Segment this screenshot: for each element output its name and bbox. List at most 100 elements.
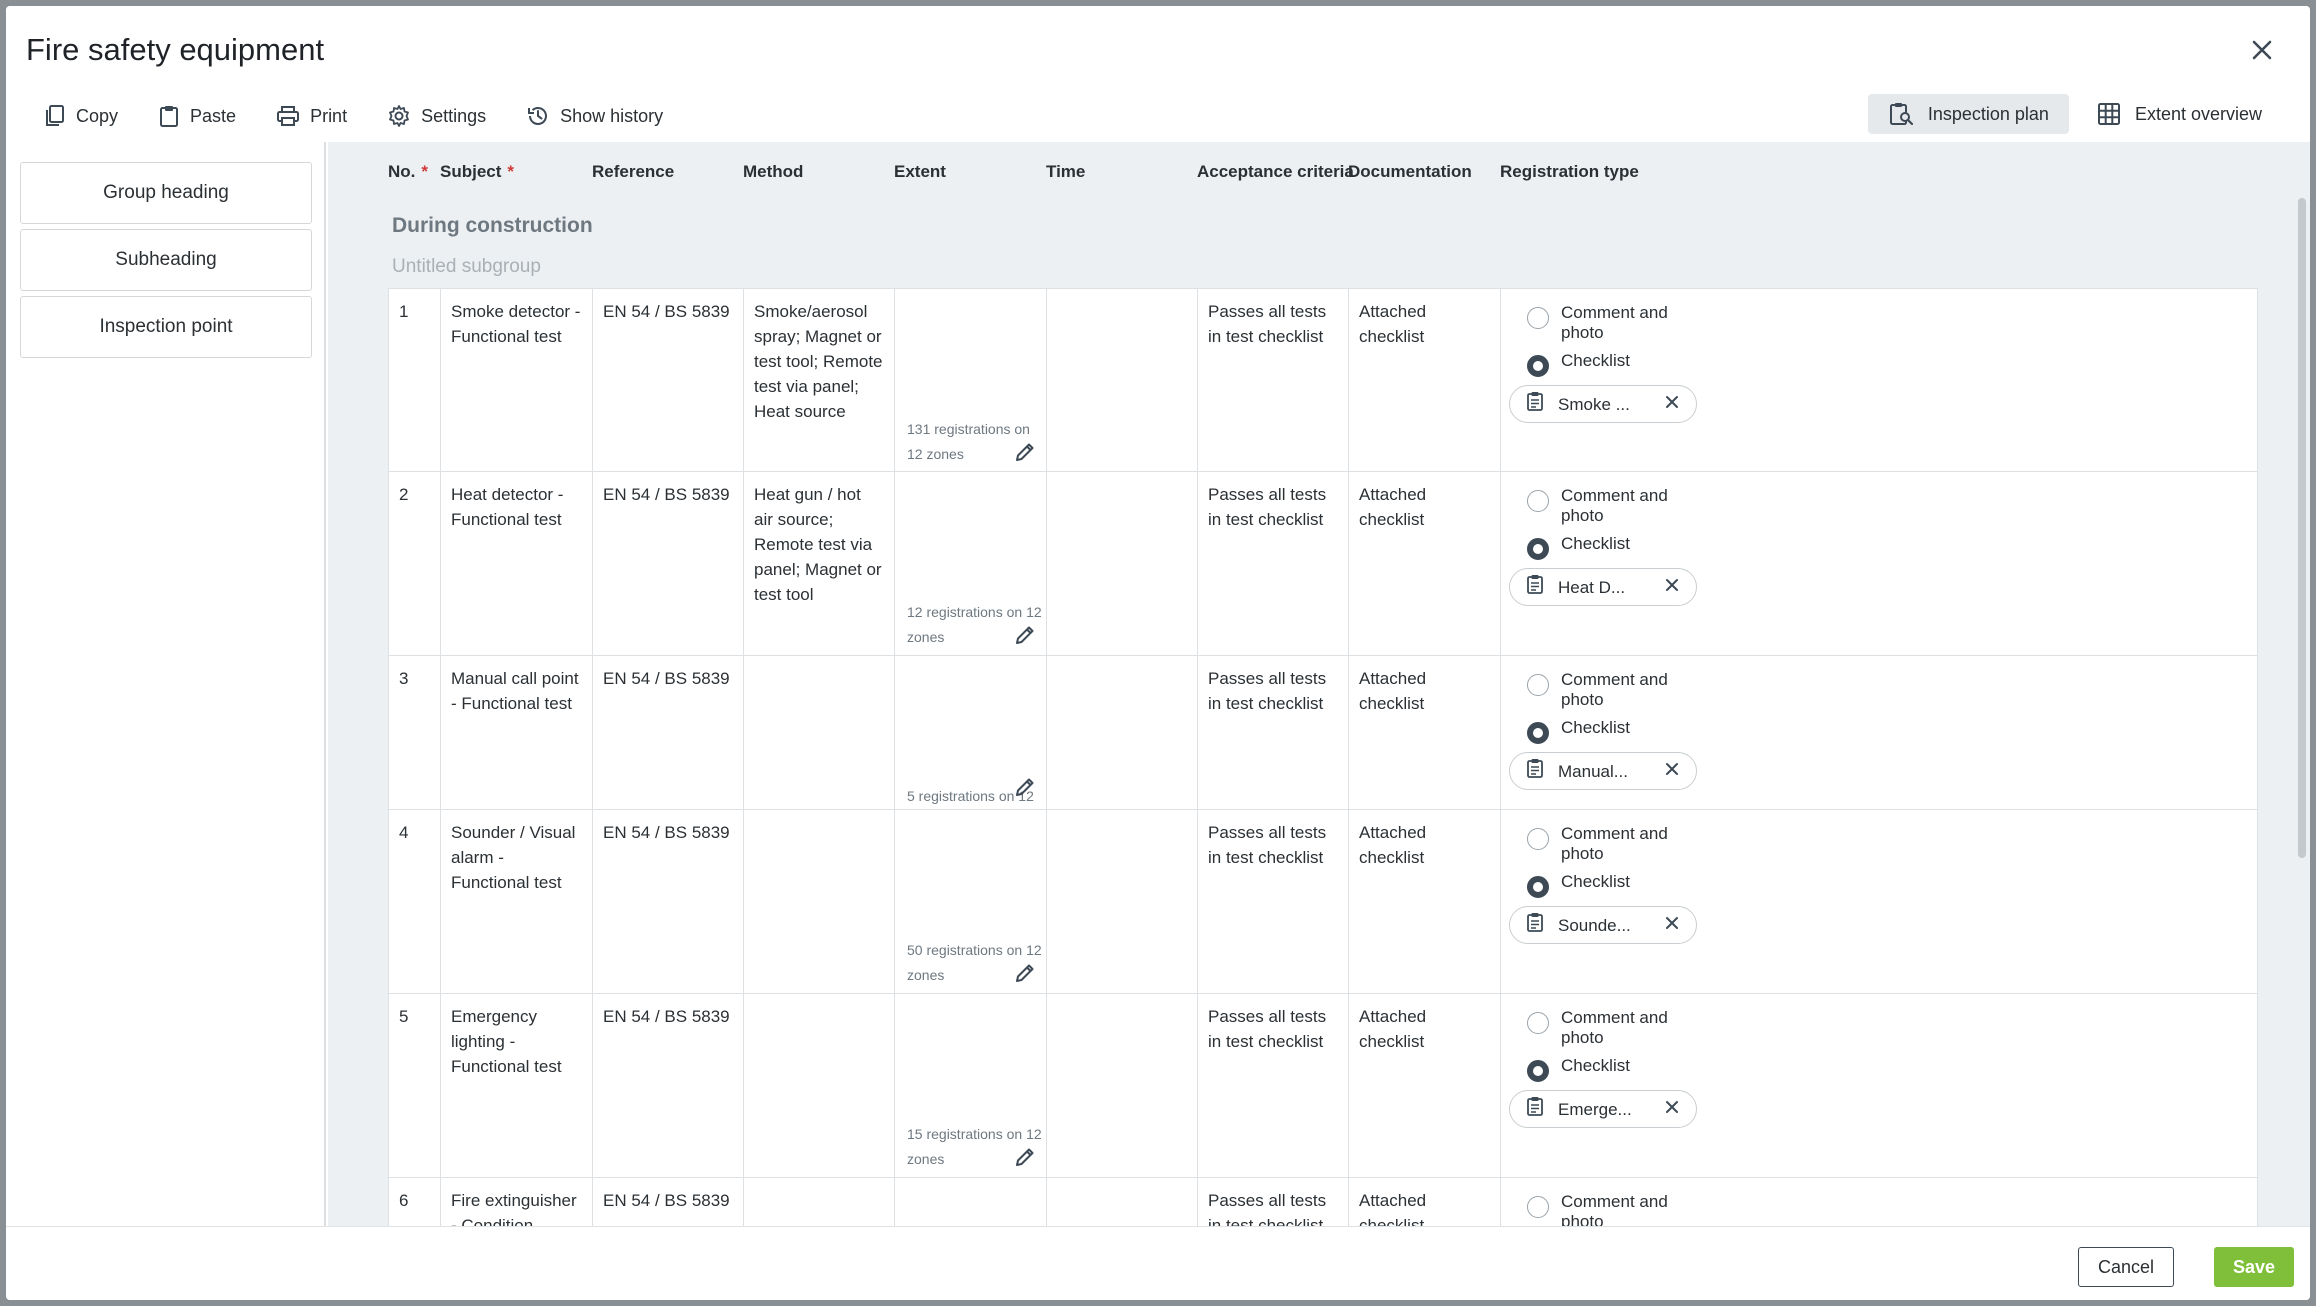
radio-checklist[interactable]: Checklist — [1527, 718, 2249, 744]
table-row[interactable]: 4 Sounder / Visual alarm - Functional tes… — [388, 810, 2258, 994]
radio-comment-and-photo[interactable]: Comment and photo — [1527, 824, 2249, 864]
cell-subject[interactable]: Heat detector - Functional test — [441, 472, 593, 655]
cell-number[interactable]: 4 — [389, 810, 441, 993]
add-subheading-button[interactable]: Subheading — [20, 229, 312, 291]
radio-comment-and-photo[interactable]: Comment and photo — [1527, 1008, 2249, 1048]
cell-extent[interactable]: 15 registrations on 12 zones — [895, 994, 1047, 1177]
cell-acceptance[interactable]: Passes all tests in test checklist — [1198, 1178, 1349, 1226]
radio-checked-icon[interactable] — [1527, 1060, 1549, 1082]
cell-subject[interactable]: Emergency lighting - Functional test — [441, 994, 593, 1177]
inspection-plan-tab[interactable]: Inspection plan — [1867, 94, 2069, 134]
radio-checked-icon[interactable] — [1527, 876, 1549, 898]
cell-method[interactable]: Heat gun / hot air source; Remote test v… — [744, 472, 895, 655]
table-row[interactable]: 6 Fire extinguisher - Condition inspectio… — [388, 1178, 2258, 1226]
cell-subject[interactable]: Fire extinguisher - Condition inspection — [441, 1178, 593, 1226]
cell-documentation[interactable]: Attached checklist — [1349, 656, 1501, 809]
table-row[interactable]: 5 Emergency lighting - Functional test EN … — [388, 994, 2258, 1178]
cell-number[interactable]: 3 — [389, 656, 441, 809]
cell-time[interactable] — [1047, 994, 1198, 1177]
show-history-button[interactable]: Show history — [506, 96, 683, 136]
cell-reference[interactable]: EN 54 / BS 5839 — [593, 1178, 744, 1226]
cell-subject[interactable]: Sounder / Visual alarm - Functional test — [441, 810, 593, 993]
cell-documentation[interactable]: Attached checklist — [1349, 289, 1501, 471]
cell-number[interactable]: 1 — [389, 289, 441, 471]
remove-checklist-close-icon[interactable] — [1664, 1097, 1680, 1122]
group-heading[interactable]: During construction — [392, 214, 593, 238]
radio-unchecked-icon[interactable] — [1527, 490, 1549, 512]
radio-unchecked-icon[interactable] — [1527, 1196, 1549, 1218]
cell-extent[interactable]: 131 registrations on 12 zones — [895, 289, 1047, 471]
cell-time[interactable] — [1047, 289, 1198, 471]
extent-overview-tab[interactable]: Extent overview — [2077, 94, 2282, 134]
attached-checklist-chip[interactable]: Emerge... — [1509, 1090, 1697, 1128]
attached-checklist-chip[interactable]: Manual... — [1509, 752, 1697, 790]
cell-time[interactable] — [1047, 1178, 1198, 1226]
edit-extent-pencil-icon[interactable] — [1014, 962, 1038, 986]
cell-reference[interactable]: EN 54 / BS 5839 — [593, 810, 744, 993]
remove-checklist-close-icon[interactable] — [1664, 759, 1680, 784]
cell-subject[interactable]: Smoke detector - Functional test — [441, 289, 593, 471]
cell-acceptance[interactable]: Passes all tests in test checklist — [1198, 656, 1349, 809]
cell-time[interactable] — [1047, 472, 1198, 655]
radio-checklist[interactable]: Checklist — [1527, 1056, 2249, 1082]
remove-checklist-close-icon[interactable] — [1664, 913, 1680, 938]
cell-extent[interactable]: 12 registrations on 12 zones — [895, 472, 1047, 655]
cell-acceptance[interactable]: Passes all tests in test checklist — [1198, 472, 1349, 655]
remove-checklist-close-icon[interactable] — [1664, 392, 1680, 417]
radio-checked-icon[interactable] — [1527, 722, 1549, 744]
add-group-heading-button[interactable]: Group heading — [20, 162, 312, 224]
cell-acceptance[interactable]: Passes all tests in test checklist — [1198, 289, 1349, 471]
settings-button[interactable]: Settings — [367, 96, 506, 136]
cell-acceptance[interactable]: Passes all tests in test checklist — [1198, 994, 1349, 1177]
cell-subject[interactable]: Manual call point - Functional test — [441, 656, 593, 809]
radio-unchecked-icon[interactable] — [1527, 828, 1549, 850]
edit-extent-pencil-icon[interactable] — [1014, 776, 1038, 800]
radio-comment-and-photo[interactable]: Comment and photo — [1527, 303, 2249, 343]
table-row[interactable]: 2 Heat detector - Functional test EN 54 / … — [388, 472, 2258, 656]
cell-number[interactable]: 5 — [389, 994, 441, 1177]
vertical-scrollbar[interactable] — [2298, 198, 2306, 858]
cell-documentation[interactable]: Attached checklist — [1349, 994, 1501, 1177]
subgroup-heading[interactable]: Untitled subgroup — [392, 256, 541, 278]
cell-time[interactable] — [1047, 810, 1198, 993]
cell-documentation[interactable]: Attached checklist — [1349, 472, 1501, 655]
cell-method[interactable]: Smoke/aerosol spray; Magnet or test tool… — [744, 289, 895, 471]
table-row[interactable]: 3 Manual call point - Functional test EN 5… — [388, 656, 2258, 829]
cell-method[interactable] — [744, 656, 895, 809]
radio-checked-icon[interactable] — [1527, 538, 1549, 560]
cell-number[interactable]: 2 — [389, 472, 441, 655]
cancel-button[interactable]: Cancel — [2078, 1247, 2174, 1287]
cell-acceptance[interactable]: Passes all tests in test checklist — [1198, 810, 1349, 993]
cell-reference[interactable]: EN 54 / BS 5839 — [593, 472, 744, 655]
attached-checklist-chip[interactable]: Sounde... — [1509, 906, 1697, 944]
radio-unchecked-icon[interactable] — [1527, 674, 1549, 696]
paste-button[interactable]: Paste — [138, 96, 256, 136]
radio-checklist[interactable]: Checklist — [1527, 351, 2249, 377]
cell-documentation[interactable]: Attached checklist — [1349, 1178, 1501, 1226]
radio-checklist[interactable]: Checklist — [1527, 534, 2249, 560]
cell-reference[interactable]: EN 54 / BS 5839 — [593, 656, 744, 809]
save-button[interactable]: Save — [2214, 1247, 2294, 1287]
attached-checklist-chip[interactable]: Smoke ... — [1509, 385, 1697, 423]
radio-comment-and-photo[interactable]: Comment and photo — [1527, 486, 2249, 526]
edit-extent-pencil-icon[interactable] — [1014, 441, 1038, 465]
cell-extent[interactable] — [895, 1178, 1047, 1226]
radio-unchecked-icon[interactable] — [1527, 1012, 1549, 1034]
cell-extent[interactable]: 5 registrations on 12 zones — [895, 656, 1047, 829]
edit-extent-pencil-icon[interactable] — [1014, 624, 1038, 648]
cell-number[interactable]: 6 — [389, 1178, 441, 1226]
cell-method[interactable] — [744, 810, 895, 993]
edit-extent-pencil-icon[interactable] — [1014, 1146, 1038, 1170]
close-button[interactable] — [2244, 32, 2280, 68]
print-button[interactable]: Print — [256, 96, 367, 136]
radio-comment-and-photo[interactable]: Comment and photo — [1527, 670, 2249, 710]
radio-comment-and-photo[interactable]: Comment and photo — [1527, 1192, 2249, 1226]
attached-checklist-chip[interactable]: Heat D... — [1509, 568, 1697, 606]
table-row[interactable]: 1 Smoke detector - Functional test EN 54 /… — [388, 288, 2258, 472]
radio-unchecked-icon[interactable] — [1527, 307, 1549, 329]
cell-reference[interactable]: EN 54 / BS 5839 — [593, 289, 744, 471]
remove-checklist-close-icon[interactable] — [1664, 575, 1680, 600]
cell-documentation[interactable]: Attached checklist — [1349, 810, 1501, 993]
cell-reference[interactable]: EN 54 / BS 5839 — [593, 994, 744, 1177]
radio-checklist[interactable]: Checklist — [1527, 872, 2249, 898]
